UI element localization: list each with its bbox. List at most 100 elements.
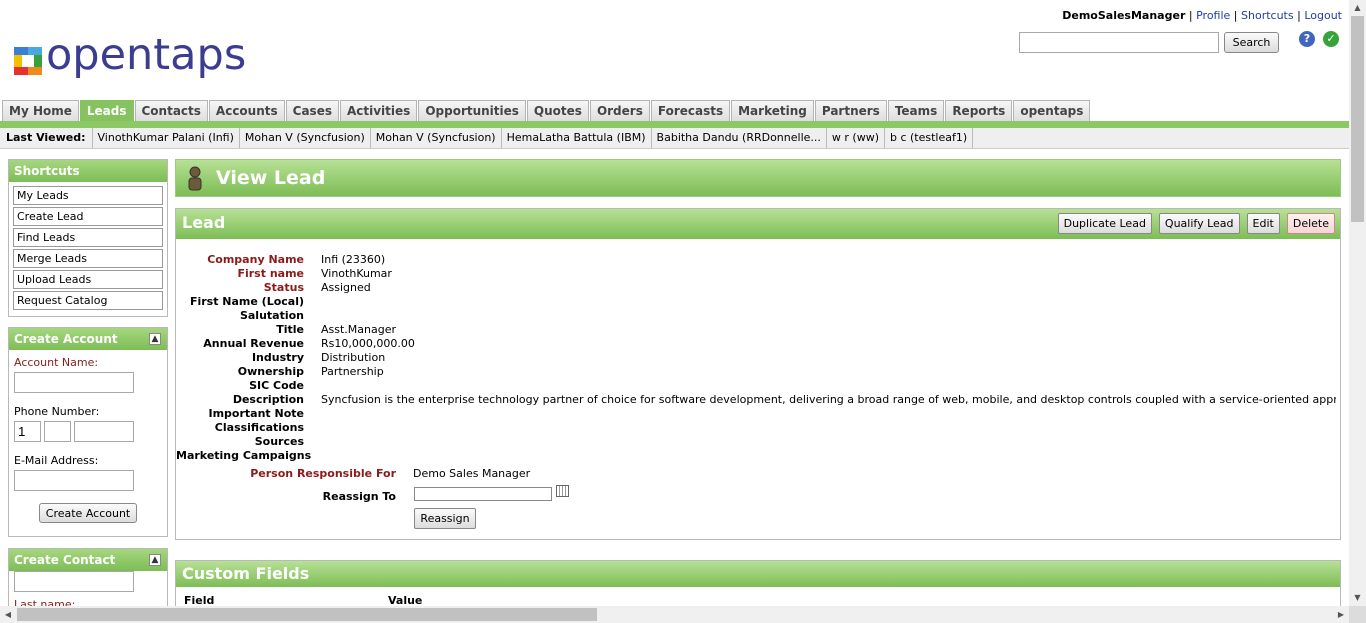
- lead-section-title: Lead: [182, 213, 226, 232]
- contact-first-name-field[interactable]: [14, 571, 134, 592]
- last-viewed-item[interactable]: VinothKumar Palani (Infi): [91, 128, 239, 148]
- shortcut-create-lead[interactable]: Create Lead: [13, 207, 163, 226]
- shortcut-upload-leads[interactable]: Upload Leads: [13, 270, 163, 289]
- tab-leads[interactable]: Leads: [79, 100, 134, 121]
- last-viewed-item[interactable]: HemaLatha Battula (IBM): [500, 128, 651, 148]
- lead-panel: Lead Duplicate Lead Qualify Lead Edit De…: [175, 208, 1341, 540]
- lead-field-label: First Name (Local): [189, 295, 304, 308]
- check-icon[interactable]: ✓: [1323, 31, 1339, 47]
- tab-contacts[interactable]: Contacts: [134, 100, 208, 121]
- lead-field-label: Important Note: [208, 407, 305, 420]
- create-account-button[interactable]: Create Account: [38, 503, 138, 523]
- tab-reports[interactable]: Reports: [945, 100, 1013, 121]
- scroll-left-icon[interactable]: ◀: [0, 606, 16, 623]
- last-viewed-item[interactable]: Mohan V (Syncfusion): [238, 128, 370, 148]
- vertical-scrollbar[interactable]: ▲ ▼: [1349, 0, 1366, 606]
- tab-orders[interactable]: Orders: [589, 100, 650, 121]
- last-viewed-item[interactable]: b c (testleaf1): [883, 128, 974, 148]
- lead-field-label: Industry: [251, 351, 304, 364]
- lead-field-row: Industry Distribution: [176, 351, 1336, 365]
- person-responsible-row: Person Responsible For Demo Sales Manage…: [176, 467, 1276, 481]
- horizontal-scrollbar[interactable]: ◀ ▶: [0, 606, 1349, 623]
- logo-text: opentaps: [46, 30, 247, 80]
- search-button[interactable]: Search: [1224, 32, 1279, 53]
- lead-field-row: Ownership Partnership: [176, 365, 1336, 379]
- duplicate-lead-button[interactable]: Duplicate Lead: [1057, 213, 1152, 234]
- create-account-box: Create Account ▲ Account Name: Phone Num…: [8, 327, 168, 537]
- tab-activities[interactable]: Activities: [339, 100, 418, 121]
- lead-field-label: Sources: [254, 435, 304, 448]
- reassign-button[interactable]: Reassign: [414, 508, 476, 529]
- scroll-up-icon[interactable]: ▲: [1349, 0, 1366, 16]
- phone-number-field[interactable]: [74, 421, 134, 442]
- username: DemoSalesManager: [1062, 9, 1186, 22]
- tab-teams[interactable]: Teams: [887, 100, 945, 121]
- shortcuts-box: Shortcuts My Leads Create Lead Find Lead…: [8, 159, 168, 317]
- person-icon: [188, 166, 202, 191]
- scroll-thumb[interactable]: [1351, 16, 1364, 222]
- tab-partners[interactable]: Partners: [814, 100, 887, 121]
- qualify-lead-button[interactable]: Qualify Lead: [1158, 213, 1240, 234]
- lead-field-value: Distribution: [321, 351, 386, 364]
- scroll-corner: [1349, 606, 1366, 623]
- main-tabs: My Home Leads Contacts Accounts Cases Ac…: [2, 100, 1091, 121]
- lead-field-row: Company Name Infi (23360): [176, 253, 1336, 267]
- last-viewed-item[interactable]: w r (ww): [825, 128, 884, 148]
- create-contact-title: Create Contact: [14, 553, 116, 567]
- shortcut-request-catalog[interactable]: Request Catalog: [13, 291, 163, 310]
- person-responsible-label: Person Responsible For: [250, 467, 396, 480]
- create-contact-box: Create Contact ▲ Last name:: [8, 548, 168, 608]
- tab-opentaps[interactable]: opentaps: [1013, 100, 1091, 121]
- logout-link[interactable]: Logout: [1304, 9, 1342, 22]
- lead-field-value: VinothKumar: [321, 267, 392, 280]
- scroll-thumb[interactable]: [17, 608, 597, 621]
- tab-underline: [0, 121, 1349, 128]
- lead-field-value: Partnership: [321, 365, 384, 378]
- tab-accounts[interactable]: Accounts: [208, 100, 285, 121]
- lead-field-row: First Name (Local): [176, 295, 1336, 309]
- tab-my-home[interactable]: My Home: [2, 100, 79, 121]
- phone-country-field[interactable]: [14, 421, 41, 442]
- shortcut-find-leads[interactable]: Find Leads: [13, 228, 163, 247]
- last-viewed-item[interactable]: Babitha Dandu (RRDonnelle...: [650, 128, 826, 148]
- lead-field-label: First name: [237, 267, 304, 280]
- email-label: E-Mail Address:: [14, 454, 99, 467]
- logo-mark-icon: [14, 47, 42, 75]
- phone-area-field[interactable]: [44, 421, 71, 442]
- last-viewed-item[interactable]: Mohan V (Syncfusion): [369, 128, 501, 148]
- lead-field-value: Syncfusion is the enterprise technology …: [321, 393, 1336, 406]
- lead-field-label: Classifications: [214, 421, 304, 434]
- last-viewed-label: Last Viewed:: [6, 131, 86, 144]
- lead-field-row: Important Note: [176, 407, 1336, 421]
- tab-opportunities[interactable]: Opportunities: [418, 100, 526, 121]
- help-icon[interactable]: ?: [1299, 31, 1315, 47]
- page-header: View Lead: [175, 159, 1341, 197]
- collapse-icon[interactable]: ▲: [149, 554, 161, 566]
- lead-field-row: Status Assigned: [176, 281, 1336, 295]
- person-responsible-value: Demo Sales Manager: [413, 467, 531, 480]
- lead-field-value: Assigned: [321, 281, 371, 294]
- lead-field-label: Ownership: [237, 365, 304, 378]
- tab-cases[interactable]: Cases: [285, 100, 339, 121]
- lead-field-label: Company Name: [207, 253, 304, 266]
- shortcuts-title: Shortcuts: [9, 160, 167, 182]
- collapse-icon[interactable]: ▲: [149, 333, 161, 345]
- lookup-icon[interactable]: [556, 485, 569, 497]
- shortcut-my-leads[interactable]: My Leads: [13, 186, 163, 205]
- lead-field-row: SIC Code: [176, 379, 1336, 393]
- account-name-field[interactable]: [14, 372, 134, 393]
- search-input[interactable]: [1019, 32, 1219, 53]
- lead-field-label: SIC Code: [249, 379, 304, 392]
- reassign-to-field[interactable]: [414, 487, 552, 501]
- tab-quotes[interactable]: Quotes: [526, 100, 589, 121]
- shortcuts-link[interactable]: Shortcuts: [1241, 9, 1294, 22]
- shortcut-merge-leads[interactable]: Merge Leads: [13, 249, 163, 268]
- delete-button[interactable]: Delete: [1286, 213, 1335, 234]
- tab-marketing[interactable]: Marketing: [731, 100, 814, 121]
- edit-button[interactable]: Edit: [1246, 213, 1280, 234]
- email-field[interactable]: [14, 470, 134, 491]
- tab-forecasts[interactable]: Forecasts: [650, 100, 731, 121]
- profile-link[interactable]: Profile: [1196, 9, 1230, 22]
- scroll-right-icon[interactable]: ▶: [1333, 606, 1349, 623]
- scroll-down-icon[interactable]: ▼: [1349, 590, 1366, 606]
